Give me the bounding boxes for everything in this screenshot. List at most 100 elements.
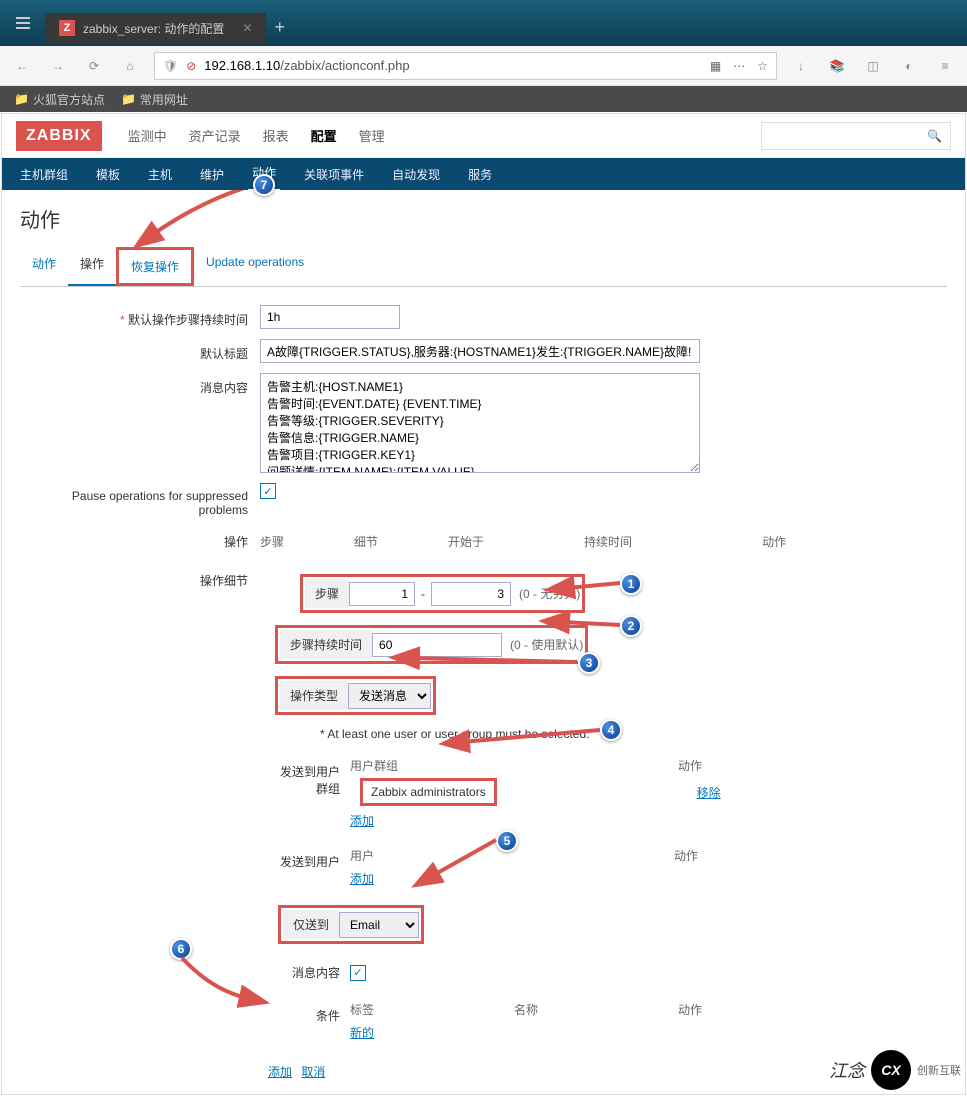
subnav-hostgroups[interactable]: 主机群组 bbox=[16, 158, 72, 191]
page-content: 动作 动作 操作 恢复操作 Update operations 默认操作步骤持续… bbox=[2, 190, 965, 1094]
send-only-box: 仅送到 Email bbox=[278, 905, 424, 944]
checkbox-pause[interactable]: ✓ bbox=[260, 483, 276, 499]
input-step-to[interactable] bbox=[431, 582, 511, 606]
subnav-discovery[interactable]: 自动发现 bbox=[388, 158, 444, 191]
th-start: 开始于 bbox=[448, 533, 484, 550]
hint-step: (0 - 无穷大) bbox=[519, 585, 580, 602]
shield-icon[interactable]: 🛡 bbox=[163, 59, 178, 73]
bookmark-item[interactable]: 📁 火狐官方站点 bbox=[14, 91, 105, 108]
input-step-from[interactable] bbox=[349, 582, 415, 606]
sub-nav: 主机群组 模板 主机 维护 动作 关联项事件 自动发现 服务 bbox=[2, 158, 965, 190]
label-message-content: 消息内容 bbox=[20, 373, 260, 396]
note-user-required: * At least one user or user group must b… bbox=[320, 727, 721, 741]
th-duration: 持续时间 bbox=[584, 533, 632, 550]
top-menu-inventory[interactable]: 资产记录 bbox=[189, 126, 241, 145]
operations-table-header: 步骤 细节 开始于 持续时间 动作 bbox=[260, 527, 786, 556]
library-icon[interactable]: 📚 bbox=[825, 54, 849, 78]
step-range-box: 步骤 - (0 - 无穷大) bbox=[300, 574, 585, 613]
download-icon[interactable]: ↓ bbox=[789, 54, 813, 78]
cancel-button[interactable]: 取消 bbox=[301, 1065, 325, 1079]
qr-icon[interactable]: ▦ bbox=[710, 59, 721, 73]
subnav-services[interactable]: 服务 bbox=[464, 158, 496, 191]
bookmarks-bar: 📁 火狐官方站点 📁 常用网址 bbox=[0, 86, 967, 112]
ext-icon[interactable]: ◐ bbox=[897, 54, 921, 78]
browser-titlebar: Z zabbix_server: 动作的配置 ✕ + bbox=[0, 0, 967, 46]
th-action: 动作 bbox=[762, 533, 786, 550]
close-icon[interactable]: ✕ bbox=[242, 21, 252, 35]
th-action: 动作 bbox=[678, 757, 702, 774]
tab-update[interactable]: Update operations bbox=[194, 247, 316, 286]
th-action2: 动作 bbox=[674, 847, 698, 864]
bookmark-item[interactable]: 📁 常用网址 bbox=[121, 91, 188, 108]
badge-5: 5 bbox=[496, 830, 518, 852]
remove-link[interactable]: 移除 bbox=[697, 784, 721, 801]
select-send-only[interactable]: Email bbox=[339, 912, 419, 938]
new-condition-link[interactable]: 新的 bbox=[350, 1026, 374, 1040]
add-group-link[interactable]: 添加 bbox=[350, 814, 374, 828]
star-icon[interactable]: ☆ bbox=[757, 59, 768, 73]
top-menu-reports[interactable]: 报表 bbox=[263, 126, 289, 145]
badge-4: 4 bbox=[600, 719, 622, 741]
top-menu-admin[interactable]: 管理 bbox=[359, 126, 385, 145]
subnav-templates[interactable]: 模板 bbox=[92, 158, 124, 191]
lock-slash-icon: ⊘ bbox=[186, 59, 196, 73]
select-op-type[interactable]: 发送消息 bbox=[348, 683, 431, 709]
label-step: 步骤 bbox=[305, 579, 349, 608]
subnav-correlation[interactable]: 关联项事件 bbox=[300, 158, 368, 191]
th-tag: 标签 bbox=[350, 1001, 374, 1018]
th-name: 名称 bbox=[514, 1001, 538, 1018]
label-conditions: 条件 bbox=[260, 1001, 350, 1030]
subnav-maintenance[interactable]: 维护 bbox=[196, 158, 228, 191]
add-user-link[interactable]: 添加 bbox=[350, 872, 374, 886]
hint-step-dur: (0 - 使用默认) bbox=[510, 636, 583, 653]
label-step-duration: 默认操作步骤持续时间 bbox=[20, 305, 260, 328]
user-group-item: Zabbix administrators bbox=[360, 778, 497, 806]
zabbix-logo[interactable]: ZABBIX bbox=[16, 121, 102, 151]
hamburger-icon[interactable] bbox=[0, 0, 45, 46]
label-msg-content2: 消息内容 bbox=[260, 958, 350, 987]
add-button[interactable]: 添加 bbox=[268, 1065, 292, 1079]
label-send-only: 仅送到 bbox=[283, 910, 339, 939]
input-step-dur[interactable] bbox=[372, 633, 502, 657]
address-bar[interactable]: 🛡 ⊘ 192.168.1.10/zabbix/actionconf.php ▦… bbox=[154, 52, 777, 80]
search-icon: 🔍 bbox=[927, 129, 942, 143]
badge-6: 6 bbox=[170, 938, 192, 960]
tab-operations[interactable]: 操作 bbox=[68, 247, 116, 286]
tab-title: zabbix_server: 动作的配置 bbox=[83, 20, 224, 37]
th-user: 用户 bbox=[350, 847, 374, 864]
menu-icon[interactable]: ≡ bbox=[933, 54, 957, 78]
back-icon[interactable]: ← bbox=[10, 54, 34, 78]
step-duration-box: 步骤持续时间 (0 - 使用默认) bbox=[275, 625, 588, 664]
th-cond-action: 动作 bbox=[678, 1001, 702, 1018]
badge-2: 2 bbox=[620, 615, 642, 637]
tab-action[interactable]: 动作 bbox=[20, 247, 68, 286]
sidebar-icon[interactable]: ◫ bbox=[861, 54, 885, 78]
badge-1: 1 bbox=[620, 573, 642, 595]
search-input[interactable]: 🔍 bbox=[761, 122, 951, 150]
label-op-details: 操作细节 bbox=[20, 566, 260, 589]
page-title: 动作 bbox=[20, 204, 947, 233]
top-menu-monitoring[interactable]: 监测中 bbox=[128, 126, 167, 145]
label-send-group: 发送到用户群组 bbox=[260, 757, 350, 803]
input-default-title[interactable] bbox=[260, 339, 700, 363]
top-menu-config[interactable]: 配置 bbox=[311, 126, 337, 145]
forward-icon[interactable]: → bbox=[46, 54, 70, 78]
new-tab-button[interactable]: + bbox=[274, 17, 285, 38]
url-path: /zabbix/actionconf.php bbox=[280, 58, 409, 73]
subnav-hosts[interactable]: 主机 bbox=[144, 158, 176, 191]
op-type-box: 操作类型 发送消息 bbox=[275, 676, 436, 715]
tab-recovery[interactable]: 恢复操作 bbox=[116, 247, 194, 286]
label-default-title: 默认标题 bbox=[20, 339, 260, 362]
home-icon[interactable]: ⌂ bbox=[118, 54, 142, 78]
label-pause: Pause operations for suppressed problems bbox=[20, 483, 260, 517]
th-details: 细节 bbox=[354, 533, 378, 550]
menu-dots-icon[interactable]: ⋯ bbox=[733, 59, 745, 73]
form-tabs: 动作 操作 恢复操作 Update operations bbox=[20, 247, 947, 287]
browser-tab[interactable]: Z zabbix_server: 动作的配置 ✕ bbox=[45, 13, 266, 43]
reload-icon[interactable]: ⟳ bbox=[82, 54, 106, 78]
label-operations: 操作 bbox=[20, 527, 260, 550]
label-send-user: 发送到用户 bbox=[260, 847, 350, 876]
textarea-message[interactable]: 告警主机:{HOST.NAME1} 告警时间:{EVENT.DATE} {EVE… bbox=[260, 373, 700, 473]
checkbox-msg-content[interactable]: ✓ bbox=[350, 965, 366, 981]
input-step-duration[interactable] bbox=[260, 305, 400, 329]
